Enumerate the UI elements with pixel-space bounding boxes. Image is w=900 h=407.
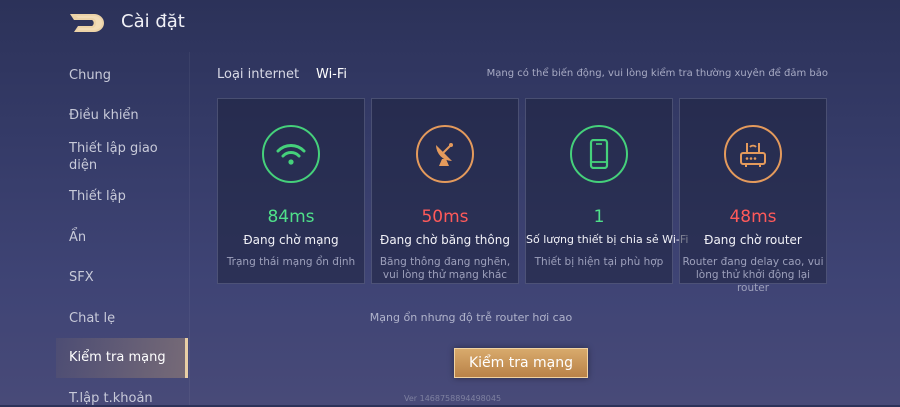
sidebar-item-network-check[interactable]: Kiểm tra mạng bbox=[56, 338, 188, 378]
network-latency-desc: Trạng thái mạng ổn định bbox=[226, 256, 356, 268]
router-icon bbox=[740, 143, 766, 167]
phone-icon bbox=[589, 139, 609, 169]
router-card: 48ms Đang chờ router Router đang delay c… bbox=[679, 98, 827, 294]
bandwidth-value: 50ms bbox=[421, 207, 469, 227]
bandwidth-label: Đang chờ băng thông bbox=[380, 233, 510, 247]
router-value: 48ms bbox=[729, 207, 777, 227]
router-desc: Router đang delay cao, vui lòng thử khởi… bbox=[682, 256, 824, 294]
sidebar-item-account[interactable]: T.lập t.khoản bbox=[56, 390, 188, 407]
wifi-icon bbox=[276, 144, 306, 165]
tab-internet-type[interactable]: Loại internet bbox=[217, 67, 299, 82]
sidebar-item-sfx[interactable]: SFX bbox=[56, 269, 188, 286]
tab-wifi[interactable]: Wi-Fi bbox=[316, 67, 347, 82]
shared-devices-value: 1 bbox=[593, 207, 605, 227]
network-latency-label: Đang chờ mạng bbox=[243, 233, 339, 247]
phone-icon-circle bbox=[570, 125, 628, 183]
sidebar-item-controls[interactable]: Điều khiển bbox=[56, 107, 188, 124]
bandwidth-desc: Băng thông đang nghẽn, vui lòng thử mạng… bbox=[379, 256, 511, 281]
sidebar-item-settings[interactable]: Thiết lập bbox=[56, 188, 188, 205]
shared-devices-label: Số lượng thiết bị chia sẻ Wi-Fi bbox=[526, 233, 689, 246]
router-icon-circle bbox=[724, 125, 782, 183]
shared-devices-card: 1 Số lượng thiết bị chia sẻ Wi-Fi Thiết … bbox=[525, 98, 689, 284]
shared-devices-desc: Thiết bị hiện tại phù hợp bbox=[534, 256, 664, 268]
network-latency-card: 84ms Đang chờ mạng Trạng thái mạng ổn đị… bbox=[217, 98, 365, 284]
sidebar-item-interface[interactable]: Thiết lập giao diện bbox=[56, 140, 188, 174]
page-title: Cài đặt bbox=[121, 11, 185, 32]
top-bar: Cài đặt bbox=[0, 0, 900, 44]
bandwidth-card: 50ms Đang chờ băng thông Băng thông đang… bbox=[371, 98, 519, 284]
network-notice: Mạng có thể biến động, vui lòng kiểm tra… bbox=[486, 68, 828, 79]
sidebar: Chung Điều khiển Thiết lập giao diện Thi… bbox=[0, 52, 190, 407]
satellite-dish-icon bbox=[436, 143, 453, 166]
back-icon[interactable] bbox=[68, 12, 106, 34]
sidebar-item-hide[interactable]: Ẩn bbox=[56, 229, 188, 246]
check-network-button[interactable]: Kiểm tra mạng bbox=[454, 348, 588, 378]
network-summary: Mạng ổn nhưng độ trễ router hơi cao bbox=[369, 311, 573, 324]
router-label: Đang chờ router bbox=[704, 233, 802, 247]
wifi-icon-circle bbox=[262, 125, 320, 183]
satellite-dish-icon-circle bbox=[416, 125, 474, 183]
network-latency-value: 84ms bbox=[267, 207, 315, 227]
version-label: Ver 1468758894498045 bbox=[404, 394, 502, 403]
sidebar-item-general[interactable]: Chung bbox=[56, 67, 188, 84]
